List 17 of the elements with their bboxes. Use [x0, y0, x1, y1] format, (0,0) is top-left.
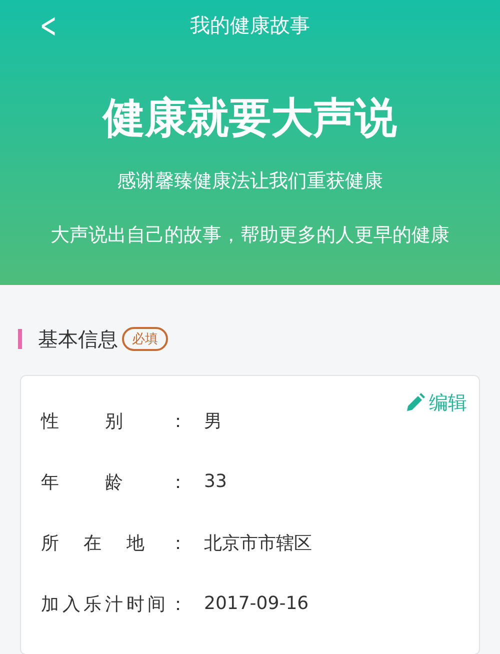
field-label: 年龄：	[41, 470, 187, 494]
field-value: 北京市市辖区	[204, 532, 312, 554]
field-label: 性别：	[41, 410, 187, 432]
field-label: 加入乐汁时间：	[41, 592, 187, 616]
field-value: 2017-09-16	[204, 593, 309, 614]
field-value: 33	[204, 471, 227, 492]
field-label: 所在地：	[41, 532, 187, 554]
edit-link[interactable]: 编辑	[405, 390, 467, 416]
field-value: 男	[204, 410, 222, 432]
required-badge: 必填	[122, 327, 168, 351]
page-title: 我的健康故事	[190, 12, 310, 38]
pencil-icon	[405, 393, 425, 413]
banner-headline: 健康就要大声说	[103, 92, 397, 144]
back-button[interactable]: <	[37, 6, 60, 46]
banner-text: 大声说出自己的故事，帮助更多的人更早的健康	[50, 223, 450, 248]
section-title: 基本信息	[38, 326, 118, 352]
banner-text: 感谢馨臻健康法让我们重获健康	[117, 169, 383, 194]
